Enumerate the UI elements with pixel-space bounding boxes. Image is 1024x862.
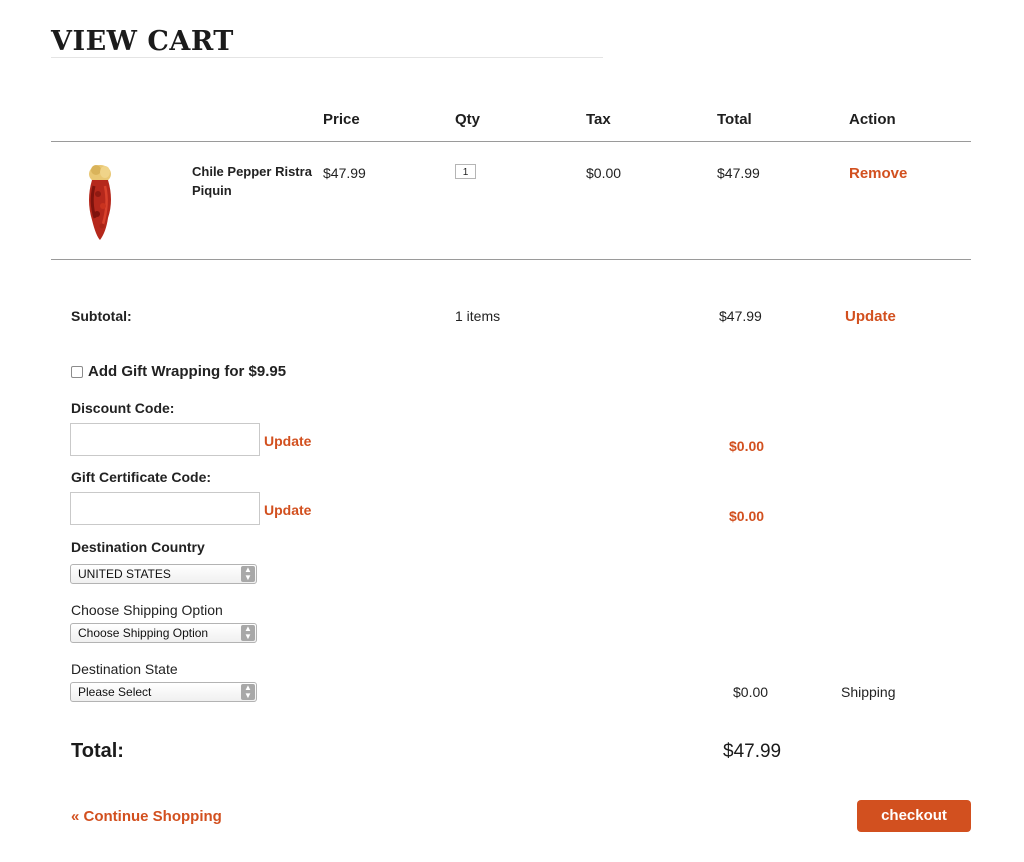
destination-state-select[interactable]: Please Select ▲ ▼ (70, 682, 257, 702)
continue-shopping-link[interactable]: « Continue Shopping (71, 808, 222, 825)
header-price: Price (323, 111, 360, 128)
page-title: VIEW CART (51, 26, 234, 57)
destination-country-select[interactable]: UNITED STATES ▲ ▼ (70, 564, 257, 584)
total-label: Total: (71, 740, 124, 762)
destination-country-label: Destination Country (71, 539, 205, 555)
destination-state-label: Destination State (71, 661, 178, 677)
destination-state-selected: Please Select (78, 685, 152, 699)
product-image (89, 165, 111, 240)
update-cart-link[interactable]: Update (845, 308, 896, 325)
gift-certificate-label: Gift Certificate Code: (71, 469, 212, 485)
product-name-line2: Piquin (192, 183, 232, 198)
gift-certificate-update-link[interactable]: Update (264, 502, 311, 518)
item-total: $47.99 (717, 165, 760, 181)
discount-update-link[interactable]: Update (264, 433, 311, 449)
header-tax: Tax (586, 111, 611, 128)
shipping-option-select[interactable]: Choose Shipping Option ▲ ▼ (70, 623, 257, 643)
destination-country-selected: UNITED STATES (78, 567, 171, 581)
header-qty: Qty (455, 111, 481, 128)
gift-certificate-value: $0.00 (729, 508, 765, 524)
item-tax: $0.00 (586, 165, 622, 181)
select-arrows-icon: ▲ ▼ (241, 684, 255, 700)
items-count: 1 items (455, 308, 501, 324)
table-header-divider (51, 141, 971, 142)
title-divider (51, 57, 603, 58)
shipping-option-selected: Choose Shipping Option (78, 626, 209, 640)
quantity-input[interactable]: 1 (455, 164, 476, 179)
checkout-button[interactable]: checkout (857, 800, 971, 832)
shipping-option-label: Choose Shipping Option (71, 602, 223, 618)
select-arrows-icon: ▲ ▼ (241, 566, 255, 582)
remove-link[interactable]: Remove (849, 165, 907, 182)
discount-code-label: Discount Code: (71, 400, 175, 416)
select-arrows-icon: ▲ ▼ (241, 625, 255, 641)
header-action: Action (849, 111, 896, 128)
item-price: $47.99 (323, 165, 366, 181)
header-total: Total (717, 111, 752, 128)
shipping-value: $0.00 (733, 684, 769, 700)
discount-code-input[interactable] (70, 423, 260, 456)
product-name-line1: Chile Pepper Ristra (192, 164, 312, 179)
discount-value: $0.00 (729, 438, 765, 454)
gift-wrap-checkbox[interactable] (71, 366, 83, 378)
gift-wrap-label: Add Gift Wrapping for $9.95 (88, 363, 287, 380)
table-row-divider (51, 259, 971, 260)
gift-certificate-input[interactable] (70, 492, 260, 525)
subtotal-value: $47.99 (719, 308, 762, 324)
subtotal-label: Subtotal: (71, 308, 132, 324)
total-value: $47.99 (723, 741, 782, 762)
shipping-label: Shipping (841, 684, 896, 700)
